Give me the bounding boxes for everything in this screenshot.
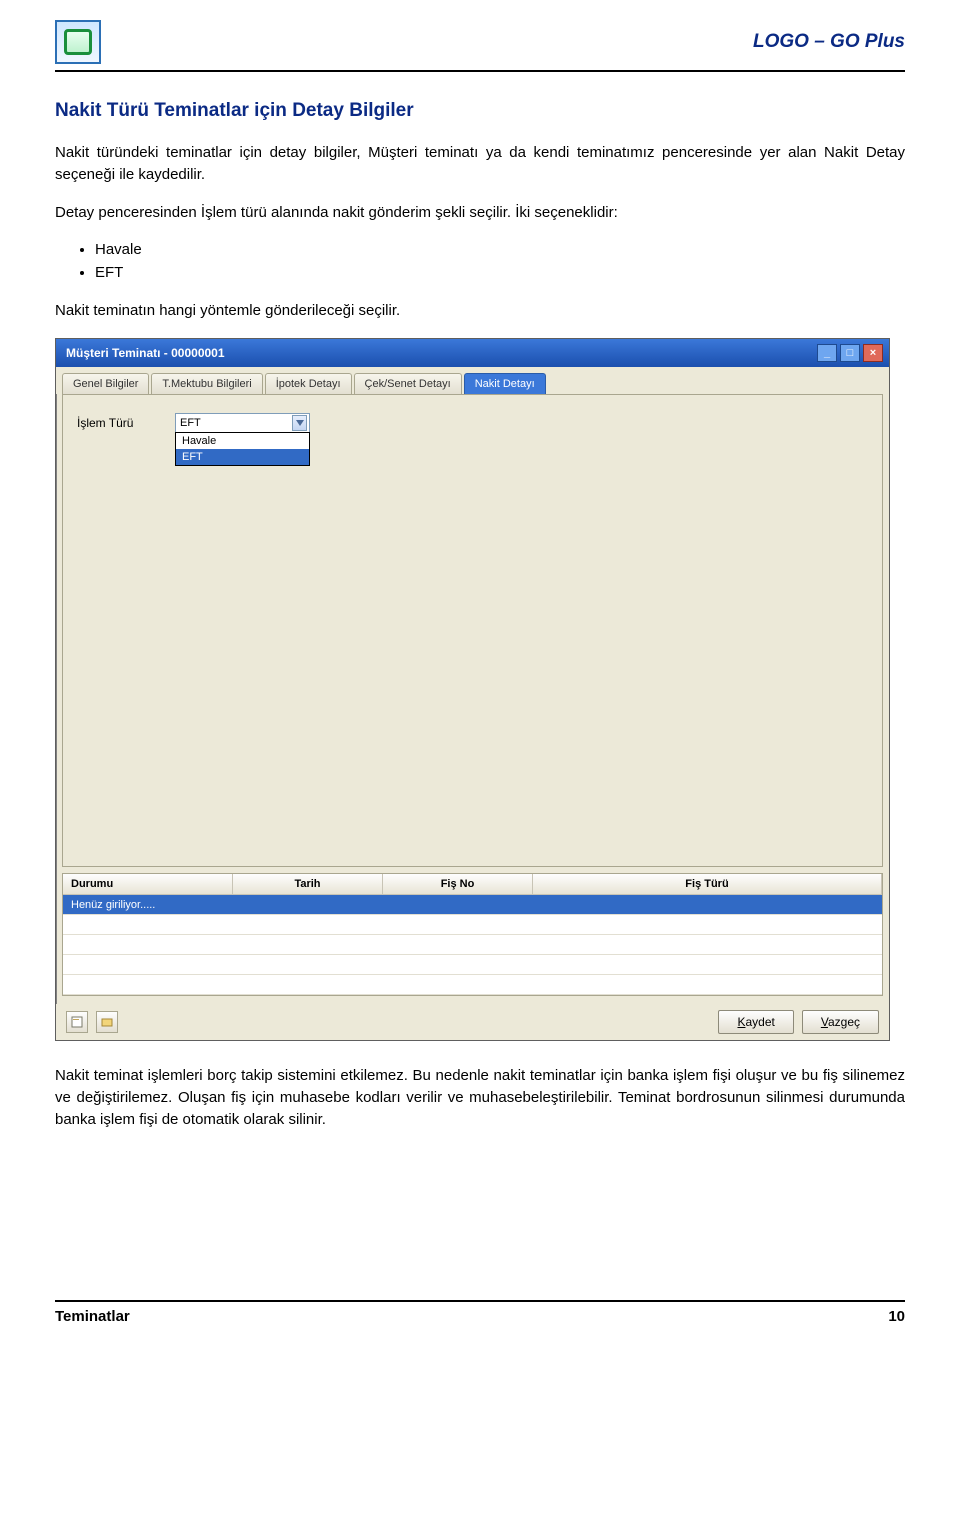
tab-ipotek[interactable]: İpotek Detayı	[265, 373, 352, 394]
maximize-icon[interactable]: □	[840, 344, 860, 362]
logo-icon	[55, 20, 101, 64]
footer-left: Teminatlar	[55, 1308, 130, 1325]
grid-row-empty[interactable]	[63, 915, 882, 935]
col-tarih[interactable]: Tarih	[233, 874, 383, 894]
islem-turu-label: İşlem Türü	[77, 413, 157, 430]
vazgec-button[interactable]: Vazgeç	[802, 1010, 879, 1034]
tab-ceksenet[interactable]: Çek/Senet Detayı	[354, 373, 462, 394]
tab-genel-bilgiler[interactable]: Genel Bilgiler	[62, 373, 149, 394]
form-spacer	[77, 476, 868, 856]
page-footer: Teminatlar 10	[55, 1300, 905, 1325]
grid-row-empty[interactable]	[63, 935, 882, 955]
close-icon[interactable]: ×	[863, 344, 883, 362]
minimize-icon[interactable]: _	[817, 344, 837, 362]
paragraph-2: Detay penceresinden İşlem türü alanında …	[55, 202, 905, 224]
option-eft[interactable]: EFT	[176, 449, 309, 465]
section-title: Nakit Türü Teminatlar için Detay Bilgile…	[55, 100, 905, 122]
tab-body: İşlem Türü EFT Havale EFT	[62, 394, 883, 867]
app-window: Müşteri Teminatı - 00000001 _ □ × Genel …	[55, 338, 890, 1041]
paragraph-3: Nakit teminatın hangi yöntemle gönderile…	[55, 300, 905, 322]
kaydet-label: aydet	[745, 1015, 774, 1029]
islem-turu-dropdown: Havale EFT	[175, 432, 310, 466]
chevron-down-icon[interactable]	[292, 415, 307, 431]
button-bar: Kaydet Vazgeç	[56, 1004, 889, 1040]
grid-row-selected[interactable]: Henüz giriliyor.....	[63, 895, 882, 915]
toolbar-new-icon[interactable]	[66, 1011, 88, 1033]
paragraph-1: Nakit türündeki teminatlar için detay bi…	[55, 142, 905, 186]
options-list: Havale EFT	[95, 239, 905, 284]
window-titlebar: Müşteri Teminatı - 00000001 _ □ ×	[56, 339, 889, 367]
cell-durumu: Henüz giriliyor.....	[63, 899, 233, 911]
footer-page-number: 10	[888, 1308, 905, 1325]
vazgec-label: azgeç	[828, 1015, 860, 1029]
islem-turu-combo[interactable]: EFT	[175, 413, 310, 433]
grid-header-row: Durumu Tarih Fiş No Fiş Türü	[63, 874, 882, 895]
status-grid: Durumu Tarih Fiş No Fiş Türü Henüz giril…	[62, 873, 883, 996]
tab-nakit[interactable]: Nakit Detayı	[464, 373, 546, 394]
grid-row-empty[interactable]	[63, 955, 882, 975]
kaydet-button[interactable]: Kaydet	[718, 1010, 793, 1034]
brand-title: LOGO – GO Plus	[753, 31, 905, 53]
islem-turu-combo-wrap: EFT Havale EFT	[175, 413, 310, 466]
bullet-havale: Havale	[95, 239, 905, 262]
option-havale[interactable]: Havale	[176, 433, 309, 449]
col-fisturu[interactable]: Fiş Türü	[533, 874, 882, 894]
form-row-islem-turu: İşlem Türü EFT Havale EFT	[77, 413, 868, 466]
page-header: LOGO – GO Plus	[55, 20, 905, 72]
islem-turu-value: EFT	[180, 417, 201, 429]
window-title: Müşteri Teminatı - 00000001	[66, 346, 817, 360]
tab-row: Genel Bilgiler T.Mektubu Bilgileri İpote…	[56, 367, 889, 394]
col-durumu[interactable]: Durumu	[63, 874, 233, 894]
bullet-eft: EFT	[95, 262, 905, 285]
grid-row-empty[interactable]	[63, 975, 882, 995]
paragraph-4: Nakit teminat işlemleri borç takip siste…	[55, 1065, 905, 1130]
toolbar-open-icon[interactable]	[96, 1011, 118, 1033]
col-fisno[interactable]: Fiş No	[383, 874, 533, 894]
logo-inner-icon	[64, 29, 92, 55]
tab-tmektubu[interactable]: T.Mektubu Bilgileri	[151, 373, 262, 394]
